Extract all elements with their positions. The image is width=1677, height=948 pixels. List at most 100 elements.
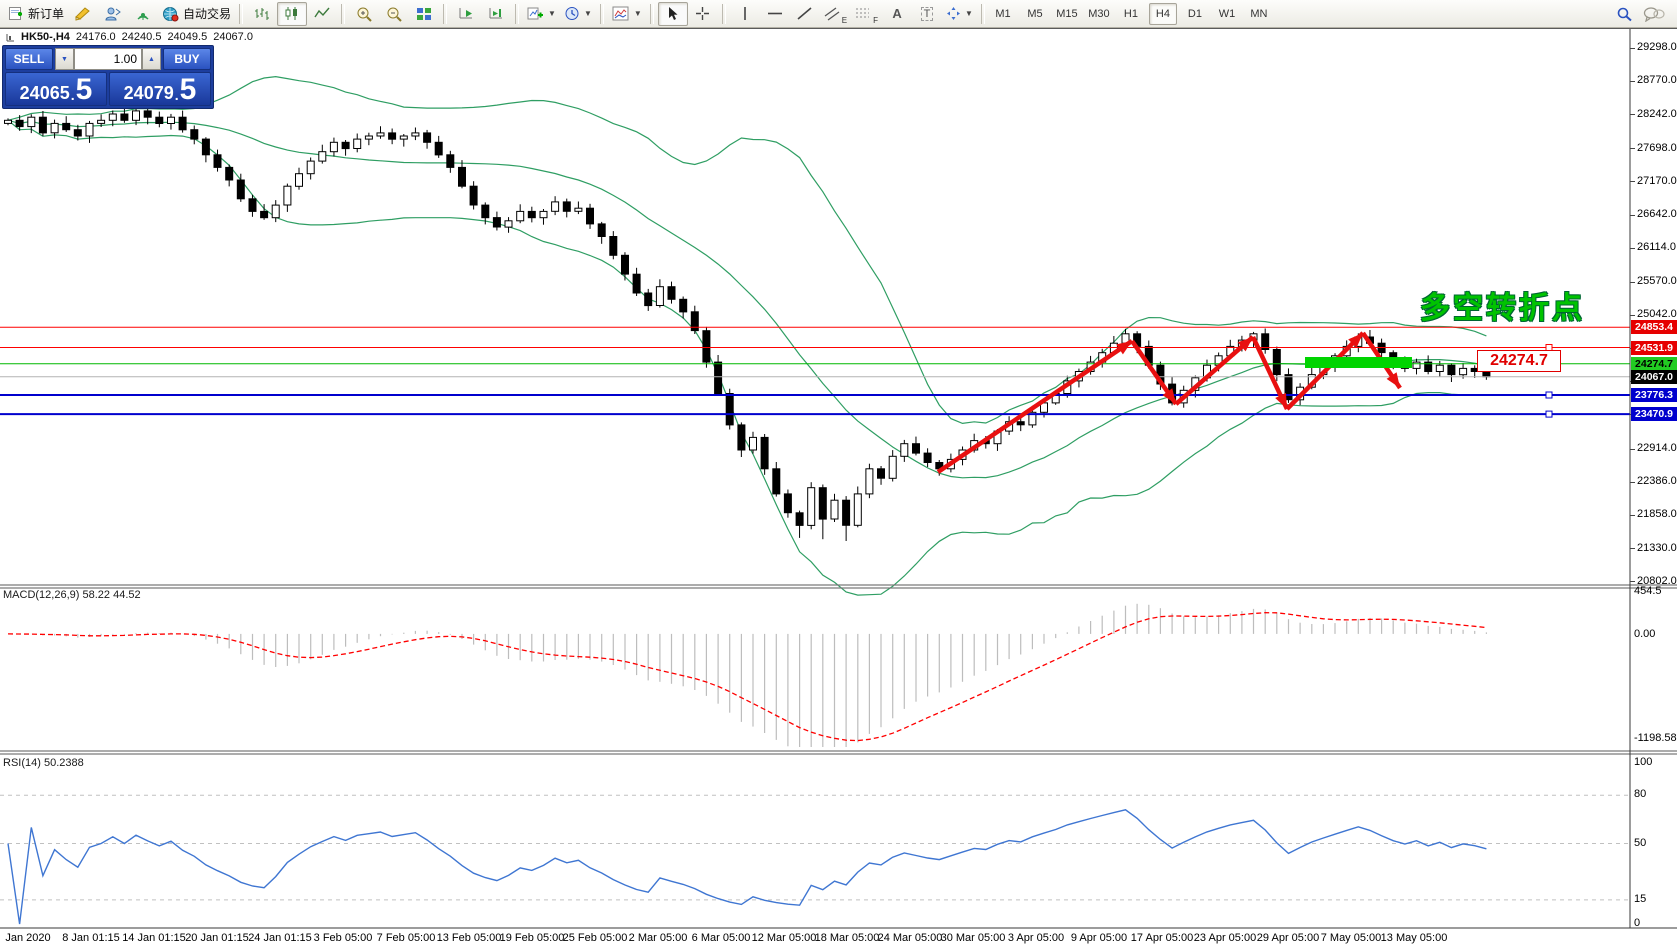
price-tick-label: 29298.0 — [1637, 41, 1677, 54]
macd-value-signal: 44.52 — [113, 589, 141, 601]
timeframe-button-M30[interactable]: M30 — [1085, 3, 1113, 25]
chart-frame-top — [0, 28, 1677, 29]
fibonacci-tool-button[interactable]: F — [851, 2, 882, 26]
time-axis-label: 20 Jan 01:15 — [185, 932, 249, 944]
bar-chart-button[interactable] — [247, 2, 277, 26]
macd-value-main: 58.22 — [82, 589, 111, 601]
price-tick-mark — [1630, 80, 1635, 82]
level-handle-23776.3[interactable] — [1545, 391, 1553, 399]
sell-price-main: 24065 — [19, 83, 70, 103]
indicators-button[interactable]: ▼ — [608, 2, 646, 26]
timeframe-button-W1[interactable]: W1 — [1213, 3, 1241, 25]
channel-tool-button[interactable]: E — [820, 2, 851, 26]
indicators-icon — [612, 6, 629, 21]
macd-axis-label: 454.5 — [1634, 585, 1662, 597]
zoom-in-button[interactable] — [349, 2, 379, 26]
timeframe-button-M1[interactable]: M1 — [989, 3, 1017, 25]
price-tick-label: 22914.0 — [1637, 442, 1677, 455]
rsi-label: RSI(14) 50.2388 — [3, 757, 84, 769]
editor-button[interactable] — [68, 2, 98, 26]
timeframe-button-MN[interactable]: MN — [1245, 3, 1273, 25]
volume-input[interactable]: 1.00 — [74, 48, 142, 70]
toolbar-separator — [239, 3, 244, 24]
time-axis-label: 30 Mar 05:00 — [940, 932, 1006, 944]
chart-canvas[interactable] — [0, 0, 1677, 948]
price-tick-label: 28770.0 — [1637, 74, 1677, 87]
candlestick-chart-button[interactable] — [277, 1, 308, 26]
volume-decrease-button[interactable]: ▼ — [55, 48, 74, 70]
time-axis-label: 25 Feb 05:00 — [562, 932, 628, 944]
chat-button[interactable] — [1639, 2, 1669, 26]
trendline-tool-button[interactable] — [790, 2, 820, 26]
candlesticks — [4, 106, 1491, 541]
crosshair-tool-button[interactable] — [688, 2, 718, 26]
macd-axis-label: -1198.58 — [1634, 732, 1677, 744]
new-order-button[interactable]: 新订单 — [4, 2, 68, 26]
turning-point-annotation: 多空转折点 — [1420, 292, 1585, 325]
timeframe-button-M5[interactable]: M5 — [1021, 3, 1049, 25]
period-button[interactable]: ▼ — [560, 2, 596, 26]
level-handle-23470.9[interactable] — [1545, 410, 1553, 418]
text-tool-icon: A — [892, 6, 902, 21]
autotrading-label: 自动交易 — [183, 7, 232, 21]
time-axis-label: 2 Mar 05:00 — [628, 932, 688, 944]
sell-price-dot: . — [70, 87, 75, 103]
text-label-tool-button[interactable]: T — [912, 2, 942, 26]
market-watch-button[interactable] — [98, 2, 128, 26]
vertical-line-tool-button[interactable] — [730, 2, 760, 26]
price-badge-23470.9: 23470.9 — [1631, 407, 1677, 422]
volume-increase-button[interactable]: ▲ — [142, 48, 161, 70]
ohlc-close: 24067.0 — [213, 31, 253, 43]
highlight-bar[interactable] — [1305, 357, 1412, 368]
chart-shift-icon — [489, 8, 502, 19]
price-tick-label: 21858.0 — [1637, 508, 1677, 521]
time-axis-label: 29 Apr 05:00 — [1256, 932, 1320, 944]
new-order-icon — [9, 6, 22, 20]
profile-icon — [105, 7, 121, 20]
price-tick-mark — [1630, 214, 1635, 216]
rsi-axis-label: 0 — [1634, 917, 1641, 929]
price-tick-label: 25042.0 — [1637, 308, 1677, 321]
timeframe-button-H4[interactable]: H4 — [1148, 2, 1177, 25]
sell-price[interactable]: 24065 . 5 — [5, 72, 107, 106]
auto-scroll-button[interactable] — [451, 2, 481, 26]
timeframe-button-D1[interactable]: D1 — [1181, 3, 1209, 25]
signals-button[interactable] — [128, 2, 158, 26]
price-tick-label: 25570.0 — [1637, 275, 1677, 288]
signals-icon — [137, 12, 149, 20]
buy-button[interactable]: BUY — [163, 48, 211, 70]
buy-price-dot: . — [174, 87, 179, 103]
chart-shift-button[interactable] — [481, 2, 511, 26]
line-chart-button[interactable] — [307, 2, 337, 26]
timeframe-button-H1[interactable]: H1 — [1117, 3, 1145, 25]
chevron-down-icon: ▼ — [548, 9, 556, 18]
time-axis-label: 3 Feb 05:00 — [313, 932, 373, 944]
arrows-tool-button[interactable]: ▼ — [942, 2, 977, 26]
toolbar-separator — [649, 3, 654, 24]
price-tick-mark — [1630, 47, 1635, 49]
sell-button[interactable]: SELL — [5, 48, 53, 70]
time-axis-label: 19 Feb 05:00 — [499, 932, 565, 944]
text-tool-button[interactable]: A — [882, 2, 912, 26]
vertical-line-icon — [743, 7, 746, 20]
price-tick-mark — [1630, 247, 1635, 249]
cursor-tool-button[interactable] — [657, 1, 688, 26]
buy-price[interactable]: 24079 . 5 — [109, 72, 211, 106]
search-button[interactable] — [1609, 2, 1639, 26]
mt4-window: 新订单 自动交易 ▼ ▼ ▼ E F A T ▼ M1 M5 M15 M30 H… — [0, 0, 1677, 948]
zoom-out-button[interactable] — [379, 2, 409, 26]
new-chart-button[interactable]: ▼ — [523, 2, 560, 26]
autotrading-button[interactable]: 自动交易 — [158, 2, 235, 26]
price-tick-label: 27170.0 — [1637, 174, 1677, 187]
timeframe-button-M15[interactable]: M15 — [1053, 3, 1081, 25]
time-axis-label: 23 Apr 05:00 — [1193, 932, 1257, 944]
candlestick-chart-icon — [285, 7, 298, 20]
price-tick-label: 27698.0 — [1637, 141, 1677, 154]
line-chart-icon — [314, 7, 330, 18]
tile-windows-button[interactable] — [409, 2, 439, 26]
sell-price-pip: 5 — [75, 73, 93, 106]
horizontal-line-tool-button[interactable] — [760, 2, 790, 26]
arrows-icon — [947, 7, 961, 20]
rsi-axis-label: 80 — [1634, 788, 1647, 801]
rsi-axis-label: 50 — [1634, 836, 1647, 849]
